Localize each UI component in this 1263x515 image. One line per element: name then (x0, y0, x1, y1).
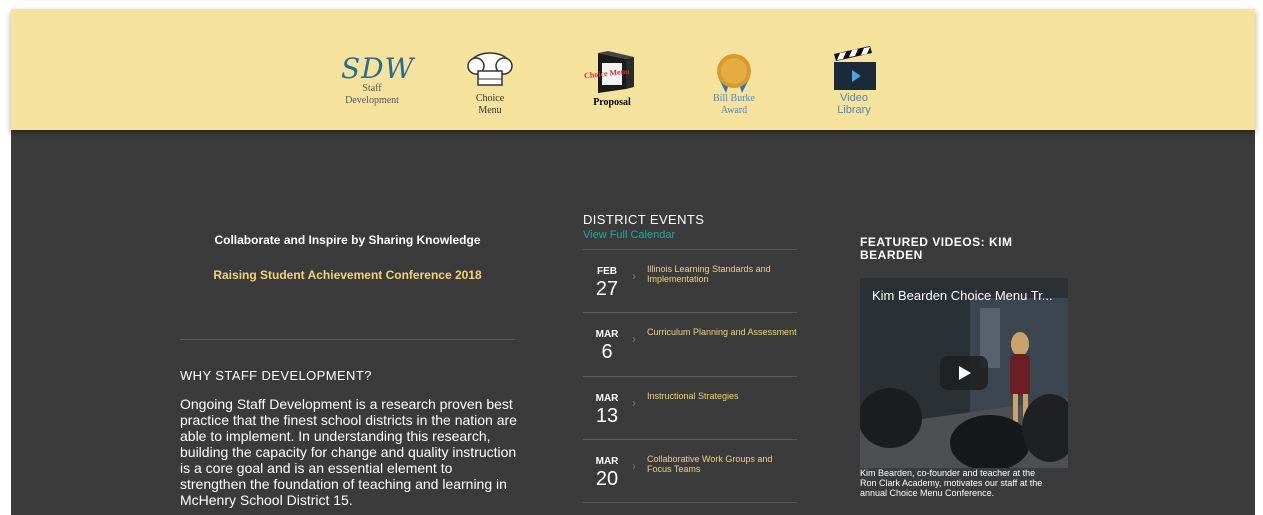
chevron-right-icon: › (632, 332, 636, 346)
nav-award-label-1: Bill Burke (713, 93, 755, 104)
award-ribbon-icon (704, 53, 764, 93)
nav-award-label-2: Award (720, 105, 748, 116)
clapperboard-icon (826, 44, 882, 92)
page-left-border (0, 0, 11, 515)
nav-video-library[interactable]: Video Library (826, 44, 882, 116)
event-month: MAR (595, 329, 619, 340)
why-staff-development-text: Ongoing Staff Development is a research … (180, 396, 517, 508)
chevron-right-icon: › (632, 396, 636, 410)
events-divider (583, 502, 797, 503)
video-caption: Kim Bearden, co-founder and teacher at t… (860, 468, 1043, 498)
event-day: 13 (595, 405, 619, 427)
event-month: MAR (595, 393, 619, 404)
conference-link[interactable]: Raising Student Achievement Conference 2… (180, 268, 515, 282)
event-month: FEB (597, 266, 617, 277)
events-divider (583, 439, 797, 440)
nav-video-label-2: Library (837, 104, 871, 116)
play-button[interactable] (940, 356, 988, 390)
chevron-right-icon: › (632, 269, 636, 283)
events-divider (583, 249, 797, 250)
left-divider (180, 339, 515, 340)
why-staff-development-heading: WHY STAFF DEVELOPMENT? (180, 368, 372, 383)
event-item[interactable]: FEB 27 › Illinois Learning Standards and… (583, 256, 797, 318)
featured-videos-heading: FEATURED VIDEOS: KIM BEARDEN (860, 235, 1013, 262)
events-divider (583, 376, 797, 377)
header-nav-bar: SDW Staff Development Choice Menu Choice… (11, 9, 1255, 130)
event-title[interactable]: Illinois Learning Standards and Implemen… (647, 264, 797, 284)
view-full-calendar-link[interactable]: View Full Calendar (583, 229, 675, 241)
event-item[interactable]: MAR 13 › Instructional Strategies (583, 383, 797, 445)
event-item[interactable]: MAR 20 › Collaborative Work Groups and F… (583, 446, 797, 508)
nav-choice-menu-label-1: Choice (475, 93, 505, 104)
sdw-logo: SDW (341, 52, 415, 85)
nav-proposal-label: Proposal (593, 97, 631, 108)
event-title[interactable]: Instructional Strategies (647, 391, 797, 401)
proposal-box-icon: Choice Menu (582, 49, 642, 97)
nav-proposal[interactable]: Choice Menu Proposal (582, 49, 642, 109)
nav-staff-development-label-2: Development (345, 95, 399, 106)
nav-bill-burke-award[interactable]: Bill Burke Award (704, 53, 764, 117)
event-day: 6 (601, 341, 613, 363)
events-divider (583, 312, 797, 313)
play-icon (959, 366, 971, 380)
event-title[interactable]: Collaborative Work Groups and Focus Team… (647, 454, 797, 474)
event-day: 20 (595, 468, 619, 490)
event-month: MAR (595, 456, 619, 467)
nav-staff-development[interactable]: SDW Staff Development (341, 52, 415, 107)
chef-hat-icon (465, 49, 515, 93)
page-right-border (1255, 0, 1263, 515)
tagline: Collaborate and Inspire by Sharing Knowl… (214, 233, 481, 247)
event-day: 27 (595, 278, 619, 300)
district-events-heading: DISTRICT EVENTS (583, 212, 705, 227)
nav-video-label-1: Video (840, 92, 868, 104)
event-title[interactable]: Curriculum Planning and Assessment (647, 327, 797, 337)
page-top-border (0, 0, 1263, 9)
video-player[interactable]: Kim Bearden Choice Menu Tr... (860, 278, 1068, 468)
video-title: Kim Bearden Choice Menu Tr... (872, 288, 1053, 303)
event-item[interactable]: MAR 6 › Curriculum Planning and Assessme… (583, 319, 797, 381)
chevron-right-icon: › (632, 459, 636, 473)
nav-choice-menu[interactable]: Choice Menu (465, 49, 515, 117)
nav-choice-menu-label-2: Menu (478, 105, 502, 116)
